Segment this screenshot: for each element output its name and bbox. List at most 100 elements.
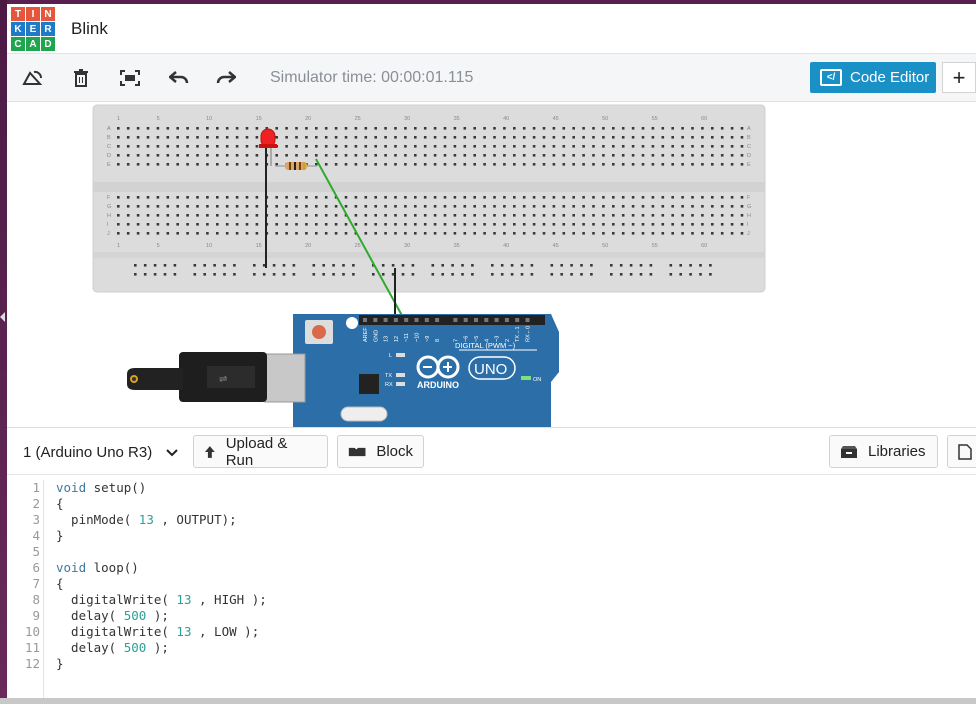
led-label-on: ON bbox=[533, 377, 541, 383]
breadboard-row-letter: B bbox=[747, 135, 751, 141]
arduino-model: UNO bbox=[474, 361, 507, 378]
code-line: delay( 500 ); bbox=[56, 640, 267, 656]
upload-run-label: Upload & Run bbox=[225, 434, 288, 469]
line-number-gutter: 1 2 3 4 5 6 7 8 9 10 11 12 bbox=[7, 480, 44, 698]
code-token: { bbox=[56, 576, 64, 591]
usb-cable[interactable]: ⇌ bbox=[127, 352, 267, 402]
logo-letter: N bbox=[41, 7, 55, 21]
atmega-chip bbox=[359, 374, 379, 394]
line-number: 1 bbox=[32, 480, 40, 495]
libraries-button[interactable]: Libraries bbox=[829, 435, 938, 468]
code-token: } bbox=[56, 528, 64, 543]
code-token: , OUTPUT); bbox=[153, 512, 237, 527]
code-text[interactable]: void setup(){ pinMode( 13 , OUTPUT);} voi… bbox=[56, 480, 267, 672]
breadboard-column-number: 20 bbox=[305, 116, 311, 122]
arduino-uno[interactable]: AREF GND 13 12 ~11 ~10 ~9 8 7 ~6 ~5 4 ~3 2 TX→1 RX←0 DI… bbox=[264, 314, 559, 427]
code-token: digitalWrite( bbox=[56, 592, 177, 607]
code-line: { bbox=[56, 496, 267, 512]
breadboard-column-number: 25 bbox=[355, 116, 361, 122]
breadboard-row-letter: C bbox=[107, 144, 111, 150]
code-token: ); bbox=[146, 608, 169, 623]
breadboard-row-letter: E bbox=[107, 162, 111, 168]
breadboard-row-letter: B bbox=[107, 135, 111, 141]
logo-letter: K bbox=[11, 22, 25, 36]
breadboard-column-number: 50 bbox=[602, 116, 608, 122]
collapse-arrow-icon[interactable] bbox=[0, 312, 5, 322]
code-line: } bbox=[56, 528, 267, 544]
breadboard-row-letter: C bbox=[747, 144, 751, 150]
arduino-pin-label: ~9 bbox=[425, 336, 431, 342]
breadboard[interactable] bbox=[92, 104, 766, 293]
fit-view-icon[interactable] bbox=[117, 66, 143, 90]
chevron-down-icon bbox=[166, 448, 178, 456]
code-token: 13 bbox=[176, 624, 192, 639]
code-editor-label: Code Editor bbox=[850, 69, 930, 86]
block-button[interactable]: Block bbox=[337, 435, 424, 468]
circuit-canvas[interactable]: 1 1 5 5 10 10 15 15 20 20 25 25 30 30 35 35 40 40 45 45 50 50… bbox=[7, 102, 976, 427]
code-token: pinMode( bbox=[56, 512, 139, 527]
arduino-pin-label: 13 bbox=[384, 336, 390, 342]
breadboard-row-letter: J bbox=[747, 231, 750, 237]
file-icon bbox=[958, 443, 972, 460]
logo-letter: R bbox=[41, 22, 55, 36]
redo-icon[interactable] bbox=[213, 66, 239, 90]
logo-letter: A bbox=[26, 37, 40, 51]
code-editor-button[interactable]: </ Code Editor bbox=[810, 62, 936, 93]
line-number: 12 bbox=[24, 656, 40, 671]
window-edge bbox=[0, 0, 7, 704]
libraries-icon bbox=[841, 445, 857, 458]
breadboard-column-number: 50 bbox=[602, 243, 608, 249]
circuit-drawing: 1155101015152020252530303535404045455050… bbox=[92, 104, 766, 427]
tinkercad-logo[interactable]: TIN KER CAD bbox=[11, 7, 55, 51]
code-token: ); bbox=[146, 640, 169, 655]
os-taskbar bbox=[0, 698, 976, 704]
add-button[interactable]: + bbox=[942, 62, 976, 93]
code-editor-icon: </ bbox=[820, 69, 842, 86]
undo-icon[interactable] bbox=[166, 66, 192, 90]
line-number: 8 bbox=[32, 592, 40, 607]
code-token: 13 bbox=[176, 592, 192, 607]
breadboard-column-number: 10 bbox=[206, 116, 212, 122]
upload-run-button[interactable]: Upload & Run bbox=[193, 434, 328, 469]
simulator-time: Simulator time: 00:00:01.115 bbox=[270, 69, 474, 86]
code-line: void setup() bbox=[56, 480, 267, 496]
code-editor[interactable]: 1 2 3 4 5 6 7 8 9 10 11 12 void setup(){ pinMode( 1… bbox=[7, 475, 976, 698]
code-token: digitalWrite( bbox=[56, 624, 177, 639]
toolbar: Simulator time: 00:00:01.115 </ Code Edi… bbox=[7, 54, 976, 102]
breadboard-row-letter: H bbox=[747, 213, 751, 219]
line-number: 11 bbox=[24, 640, 40, 655]
breadboard-column-number: 60 bbox=[701, 243, 707, 249]
device-select[interactable]: 1 (Arduino Uno R3) bbox=[23, 444, 178, 461]
arduino-pin-label: 12 bbox=[394, 336, 400, 342]
arduino-pin-label: ~10 bbox=[415, 333, 421, 342]
code-line: digitalWrite( 13 , LOW ); bbox=[56, 624, 267, 640]
breadboard-column-number: 35 bbox=[454, 243, 460, 249]
breadboard-column-number: 60 bbox=[701, 116, 707, 122]
arduino-pin-label: AREF bbox=[363, 327, 369, 342]
breadboard-row-letter: A bbox=[107, 126, 111, 132]
breadboard-row-letter: G bbox=[107, 204, 111, 210]
breadboard-column-number: 5 bbox=[157, 116, 160, 122]
svg-text:⇌: ⇌ bbox=[219, 374, 227, 385]
breadboard-row-letter: D bbox=[107, 153, 111, 159]
download-code-button[interactable] bbox=[947, 435, 976, 468]
breadboard-column-number: 20 bbox=[305, 243, 311, 249]
digital-header-label: DIGITAL (PWM ~) bbox=[455, 341, 516, 350]
project-title[interactable]: Blink bbox=[71, 19, 108, 39]
breadboard-column-number: 5 bbox=[157, 243, 160, 249]
code-token: , HIGH ); bbox=[191, 592, 267, 607]
arduino-pin-label: RX←0 bbox=[526, 326, 532, 342]
line-number: 10 bbox=[24, 624, 40, 639]
line-number: 3 bbox=[32, 512, 40, 527]
code-line: delay( 500 ); bbox=[56, 608, 267, 624]
breadboard-column-number: 25 bbox=[355, 243, 361, 249]
breadboard-column-number: 30 bbox=[404, 116, 410, 122]
block-label: Block bbox=[376, 443, 413, 460]
code-line: } bbox=[56, 656, 267, 672]
rotate-icon[interactable] bbox=[20, 66, 46, 90]
delete-icon[interactable] bbox=[68, 66, 94, 90]
arduino-pin-label: GND bbox=[373, 330, 379, 342]
code-token: delay( bbox=[56, 640, 124, 655]
breadboard-column-number: 40 bbox=[503, 243, 509, 249]
breadboard-row-letter: H bbox=[107, 213, 111, 219]
